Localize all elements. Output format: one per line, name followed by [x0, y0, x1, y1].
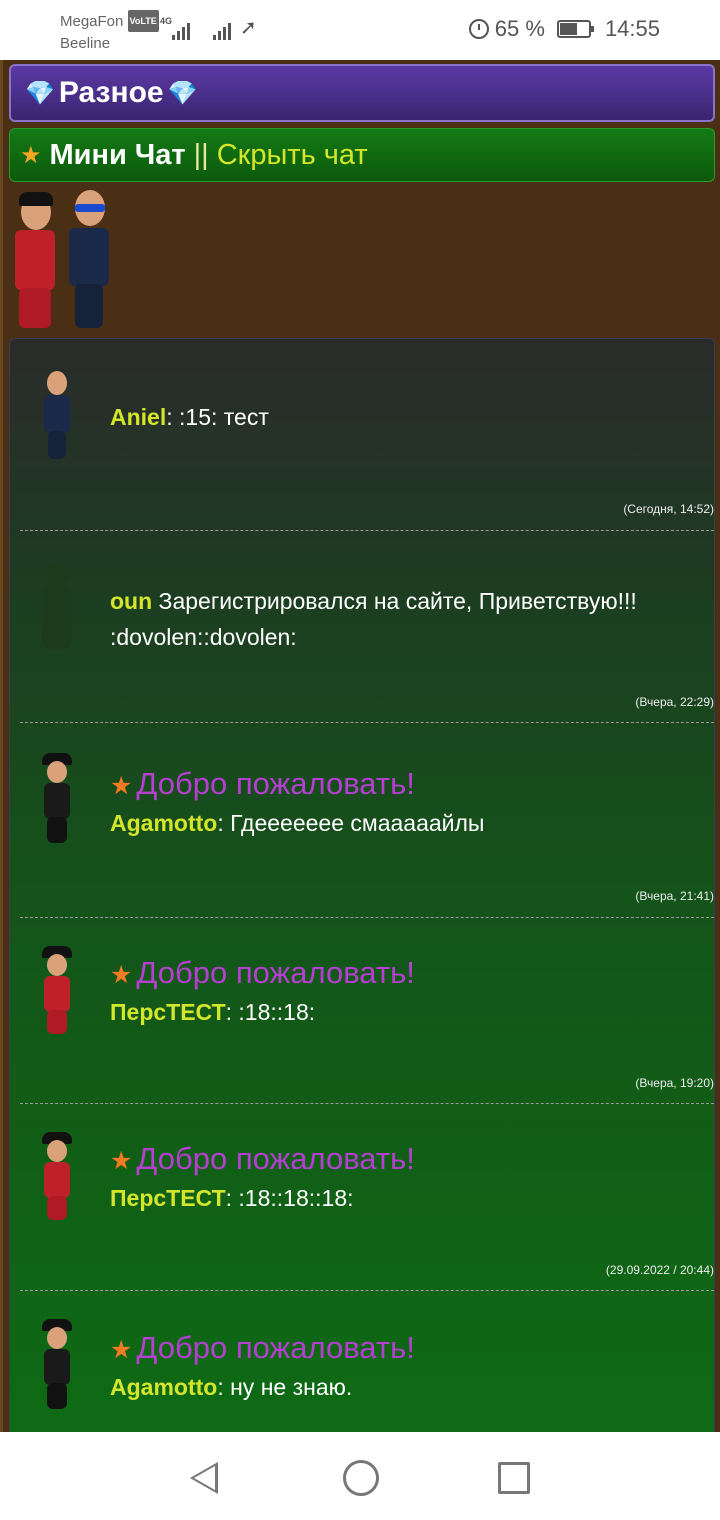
- app-content: 💎 Разное 💎 ★ Мини Чат || Скрыть чат Anie: [0, 60, 720, 1432]
- star-icon: ★: [110, 1336, 133, 1364]
- message-time: (29.09.2022 / 20:44): [605, 1263, 714, 1277]
- message-text: Гдееееееe смааааайлы: [223, 810, 485, 836]
- system-nav-bar: [0, 1432, 720, 1520]
- user-avatar[interactable]: [40, 561, 74, 651]
- online-user-avatar[interactable]: [63, 184, 115, 332]
- chat-title: Мини Чат: [49, 138, 186, 171]
- welcome-text: Добро пожаловать!: [136, 1330, 415, 1365]
- star-icon: ★: [110, 772, 133, 800]
- welcome-line: ★ Добро пожаловать!: [110, 1140, 704, 1180]
- back-icon[interactable]: [190, 1462, 218, 1494]
- gem-icon: 💎: [167, 79, 198, 107]
- battery-fill: [559, 23, 577, 35]
- battery-percent: 65 %: [494, 16, 545, 41]
- hide-chat-link[interactable]: Скрыть чат: [217, 139, 368, 172]
- user-avatar[interactable]: [40, 371, 74, 461]
- chat-message-list[interactable]: Aniel: :15: тест (Сегодня, 14:52) oun За…: [9, 338, 715, 1432]
- message-author[interactable]: ПерсТЕСТ: [110, 999, 226, 1025]
- user-avatar[interactable]: [40, 1319, 74, 1409]
- welcome-line: ★ Добро пожаловать!: [110, 765, 704, 805]
- home-icon[interactable]: [343, 1460, 379, 1496]
- user-avatar[interactable]: [40, 946, 74, 1036]
- message-time: (Вчера, 22:29): [635, 695, 714, 709]
- user-avatar[interactable]: [40, 753, 74, 843]
- chat-message: ★ Добро пожаловать! Agamotto: ну не знаю.: [10, 1291, 714, 1432]
- message-text: :18::18:: [232, 999, 316, 1025]
- gem-icon: 💎: [25, 79, 55, 107]
- chat-header: ★ Мини Чат || Скрыть чат: [9, 128, 715, 182]
- chat-message: ★ Добро пожаловать! ПерсТЕСТ: :18::18::18…: [10, 1104, 714, 1291]
- welcome-text: Добро пожаловать!: [136, 955, 415, 990]
- chat-message: oun Зарегистрировался на сайте, Приветст…: [10, 531, 714, 723]
- rocket-icon: ➚: [240, 17, 257, 39]
- message-author[interactable]: oun: [110, 588, 152, 614]
- carrier-2: Beeline: [60, 35, 111, 52]
- network-type: 4G: [160, 16, 173, 26]
- star-icon: ★: [110, 961, 133, 989]
- welcome-text: Добро пожаловать!: [136, 766, 415, 801]
- signal-icon: [172, 20, 190, 40]
- carrier-1: MegaFon: [60, 13, 124, 30]
- user-avatar[interactable]: [40, 1132, 74, 1222]
- recent-apps-icon[interactable]: [498, 1462, 530, 1494]
- message-text: ну не знаю.: [223, 1374, 353, 1400]
- welcome-text: Добро пожаловать!: [136, 1141, 415, 1176]
- welcome-line: ★ Добро пожаловать!: [110, 954, 704, 994]
- online-user-avatar[interactable]: [9, 188, 61, 332]
- separator: ||: [193, 138, 209, 171]
- message-time: (Сегодня, 14:52): [623, 502, 714, 516]
- welcome-line: ★ Добро пожаловать!: [110, 1329, 704, 1369]
- message-body: ★ Добро пожаловать! Agamotto: ну не знаю.: [110, 1329, 704, 1405]
- message-text: :18::18::18:: [232, 1185, 354, 1211]
- section-title: Разное: [58, 76, 164, 109]
- clock: 14:55: [604, 16, 660, 41]
- chat-message: ★ Добро пожаловать! Agamotto: Гдееееееe с…: [10, 723, 714, 918]
- star-icon: ★: [110, 1147, 133, 1175]
- message-author[interactable]: Agamotto: [110, 1374, 217, 1400]
- message-time: (Вчера, 19:20): [635, 1076, 714, 1090]
- message-author[interactable]: ПерсТЕСТ: [110, 1185, 226, 1211]
- message-body: Aniel: :15: тест: [110, 399, 704, 435]
- chat-message: Aniel: :15: тест (Сегодня, 14:52): [10, 339, 714, 531]
- message-author[interactable]: Aniel: [110, 404, 166, 430]
- message-body: oun Зарегистрировался на сайте, Приветст…: [110, 583, 704, 655]
- carrier-info: MegaFon VoLTE Beeline: [60, 10, 159, 55]
- chat-message: ★ Добро пожаловать! ПерсТЕСТ: :18::18: (В…: [10, 918, 714, 1104]
- message-time: (Вчера, 21:41): [635, 889, 714, 903]
- signal-icon-2: [213, 20, 231, 40]
- message-author[interactable]: Agamotto: [110, 810, 217, 836]
- message-body: ★ Добро пожаловать! ПерсТЕСТ: :18::18:: [110, 954, 704, 1030]
- message-body: ★ Добро пожаловать! Agamotto: Гдееееееe с…: [110, 765, 704, 841]
- message-text: Зарегистрировался на сайте, Приветствую!…: [110, 588, 637, 650]
- volte-badge: VoLTE: [127, 10, 159, 32]
- status-bar: MegaFon VoLTE Beeline 4G ➚ 65 % 14:55: [0, 0, 720, 60]
- alarm-icon: [468, 19, 489, 39]
- message-text: :15: тест: [172, 404, 269, 430]
- star-icon: ★: [20, 141, 42, 169]
- battery-icon: [556, 20, 594, 38]
- message-body: ★ Добро пожаловать! ПерсТЕСТ: :18::18::18…: [110, 1140, 704, 1216]
- section-header: 💎 Разное 💎: [9, 64, 715, 122]
